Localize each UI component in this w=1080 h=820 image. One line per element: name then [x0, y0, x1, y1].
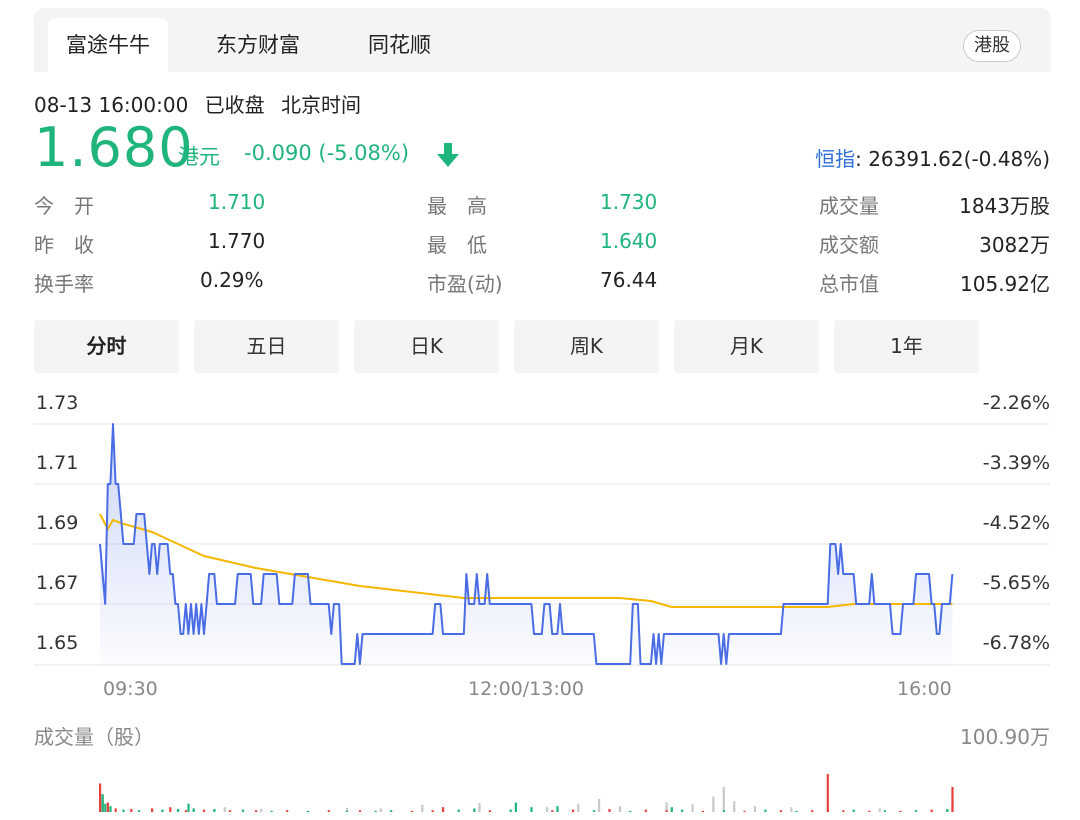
- average-price-line: [99, 513, 953, 608]
- volume-bar: [951, 787, 954, 812]
- volume-bar: [99, 783, 102, 812]
- volume-bar: [345, 810, 349, 812]
- volume-bar: [358, 810, 362, 812]
- volume-bar: [826, 773, 829, 812]
- volume-bar: [753, 806, 757, 812]
- volume-bar: [598, 798, 601, 812]
- volume-bar: [101, 794, 104, 812]
- volume-bar: [106, 802, 109, 812]
- volume-bar: [122, 809, 125, 812]
- x-tick-label: 09:30: [103, 678, 158, 700]
- volume-bar: [722, 787, 725, 812]
- volume-bar: [681, 809, 684, 812]
- volume-bar: [151, 808, 154, 812]
- volume-bar: [421, 804, 424, 812]
- volume-bar: [457, 809, 460, 812]
- volume-bar: [577, 803, 580, 812]
- volume-bar: [670, 807, 673, 812]
- volume-bar: [228, 810, 232, 812]
- volume-bar: [130, 809, 133, 812]
- volume-bar: [878, 808, 881, 812]
- volume-bar: [114, 808, 117, 812]
- volume-bar: [374, 810, 377, 812]
- volume-bar: [379, 808, 382, 812]
- volume-bar: [478, 803, 481, 812]
- volume-bar: [203, 809, 206, 812]
- volume-bar: [618, 806, 621, 812]
- volume-bar: [270, 810, 273, 812]
- volume-bar: [883, 810, 886, 812]
- volume-bar: [530, 807, 533, 812]
- volume-bar: [811, 810, 814, 812]
- volume-bar: [390, 810, 393, 812]
- volume-bar: [241, 809, 245, 812]
- volume-bar: [608, 809, 611, 812]
- volume-bar: [286, 810, 289, 812]
- volume-bar: [852, 809, 855, 812]
- volume-bar: [712, 796, 715, 812]
- volume-bar: [104, 803, 107, 812]
- volume-bar: [177, 809, 180, 812]
- volume-bar: [306, 810, 310, 812]
- volume-bar: [488, 810, 491, 812]
- volume-bar: [556, 806, 559, 812]
- volume-bar: [868, 810, 871, 812]
- volume-bar: [790, 807, 793, 812]
- volume-bar: [514, 802, 517, 812]
- volume-bar: [161, 809, 164, 812]
- volume-bar: [223, 807, 226, 812]
- volume-bar: [701, 810, 705, 812]
- volume-bar: [733, 801, 736, 812]
- volume-bars: [99, 773, 954, 812]
- volume-bar: [169, 807, 172, 812]
- volume-bar: [629, 810, 632, 812]
- volume-bar: [779, 810, 783, 812]
- volume-bar: [899, 810, 902, 812]
- volume-bar: [192, 808, 195, 812]
- volume-bar: [410, 810, 414, 812]
- volume-bar: [442, 807, 445, 812]
- volume-bar: [795, 810, 798, 812]
- volume-bar: [109, 806, 112, 812]
- volume-bar: [431, 810, 434, 812]
- volume-max-label: 100.90万: [960, 725, 1050, 749]
- volume-bar: [743, 810, 746, 812]
- volume-bar: [187, 803, 190, 812]
- volume-bar: [946, 809, 949, 812]
- volume-bar: [644, 809, 647, 812]
- volume-bar: [551, 810, 554, 812]
- volume-bar: [691, 804, 694, 812]
- volume-bar: [327, 810, 330, 812]
- volume-bar: [915, 810, 918, 812]
- volume-bar: [184, 810, 187, 812]
- volume-bar: [592, 810, 595, 812]
- volume-bar: [722, 810, 725, 812]
- volume-title: 成交量（股）: [34, 725, 154, 749]
- x-tick-label: 12:00/13:00: [468, 678, 584, 700]
- volume-bar: [764, 809, 767, 812]
- volume-bar: [842, 810, 845, 812]
- volume-bar: [930, 809, 933, 812]
- volume-bar: [213, 809, 216, 812]
- volume-bar: [509, 809, 512, 812]
- volume-bar: [572, 809, 575, 812]
- volume-bar: [546, 807, 549, 812]
- volume-bar: [254, 810, 258, 812]
- volume-bar: [473, 808, 476, 812]
- volume-bar: [665, 810, 668, 812]
- volume-bar: [138, 810, 141, 812]
- volume-bar: [260, 809, 263, 812]
- x-tick-label: 16:00: [897, 678, 952, 700]
